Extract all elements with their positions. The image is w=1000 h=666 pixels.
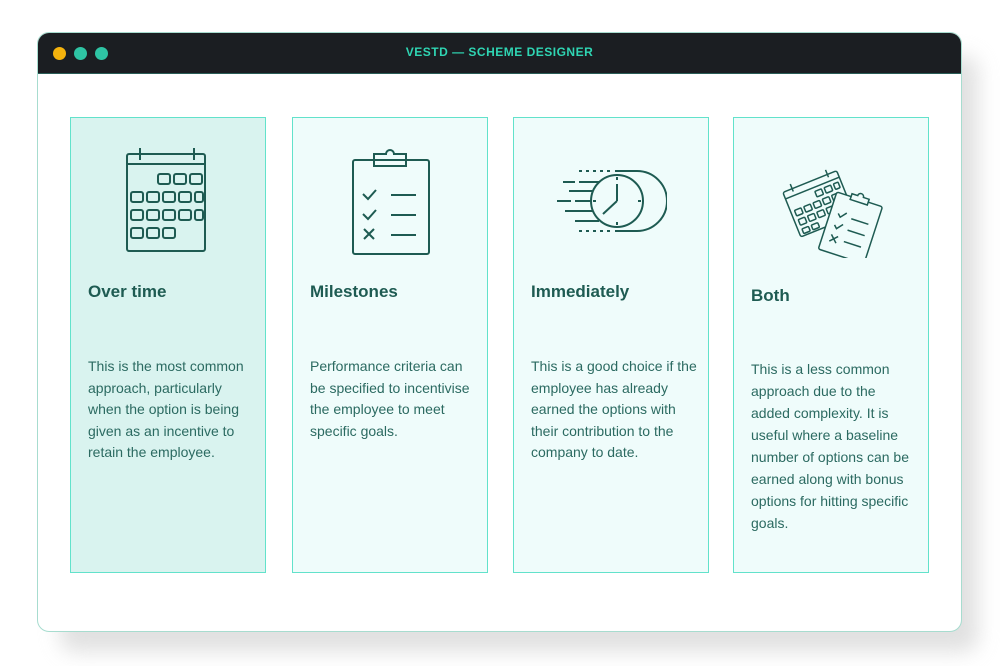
option-title: Over time	[88, 282, 167, 301]
option-card-immediately[interactable]: Immediately This is a good choice if the…	[513, 117, 709, 573]
option-description: Performance criteria can be specified to…	[310, 358, 470, 439]
title-bar: VESTD — SCHEME DESIGNER	[38, 33, 961, 74]
option-card-both[interactable]: Both This is a less common approach due …	[733, 117, 929, 573]
option-title: Immediately	[531, 282, 630, 301]
option-description: This is the most common approach, partic…	[88, 358, 244, 460]
option-description: This is a good choice if the employee ha…	[531, 358, 697, 460]
app-window: VESTD — SCHEME DESIGNER Over time This i…	[37, 32, 962, 632]
fast-clock-icon	[514, 146, 708, 258]
calendar-icon	[71, 146, 265, 258]
option-card-milestones[interactable]: Milestones Performance criteria can be s…	[292, 117, 488, 573]
window-title: VESTD — SCHEME DESIGNER	[405, 45, 594, 59]
option-title: Both	[751, 286, 790, 305]
option-description: This is a less common approach due to th…	[751, 361, 909, 531]
clipboard-checklist-icon	[293, 146, 487, 258]
option-title: Milestones	[310, 282, 398, 301]
calendar-and-clipboard-icon	[734, 146, 928, 258]
option-card-over-time[interactable]: Over time This is the most common approa…	[70, 117, 266, 573]
